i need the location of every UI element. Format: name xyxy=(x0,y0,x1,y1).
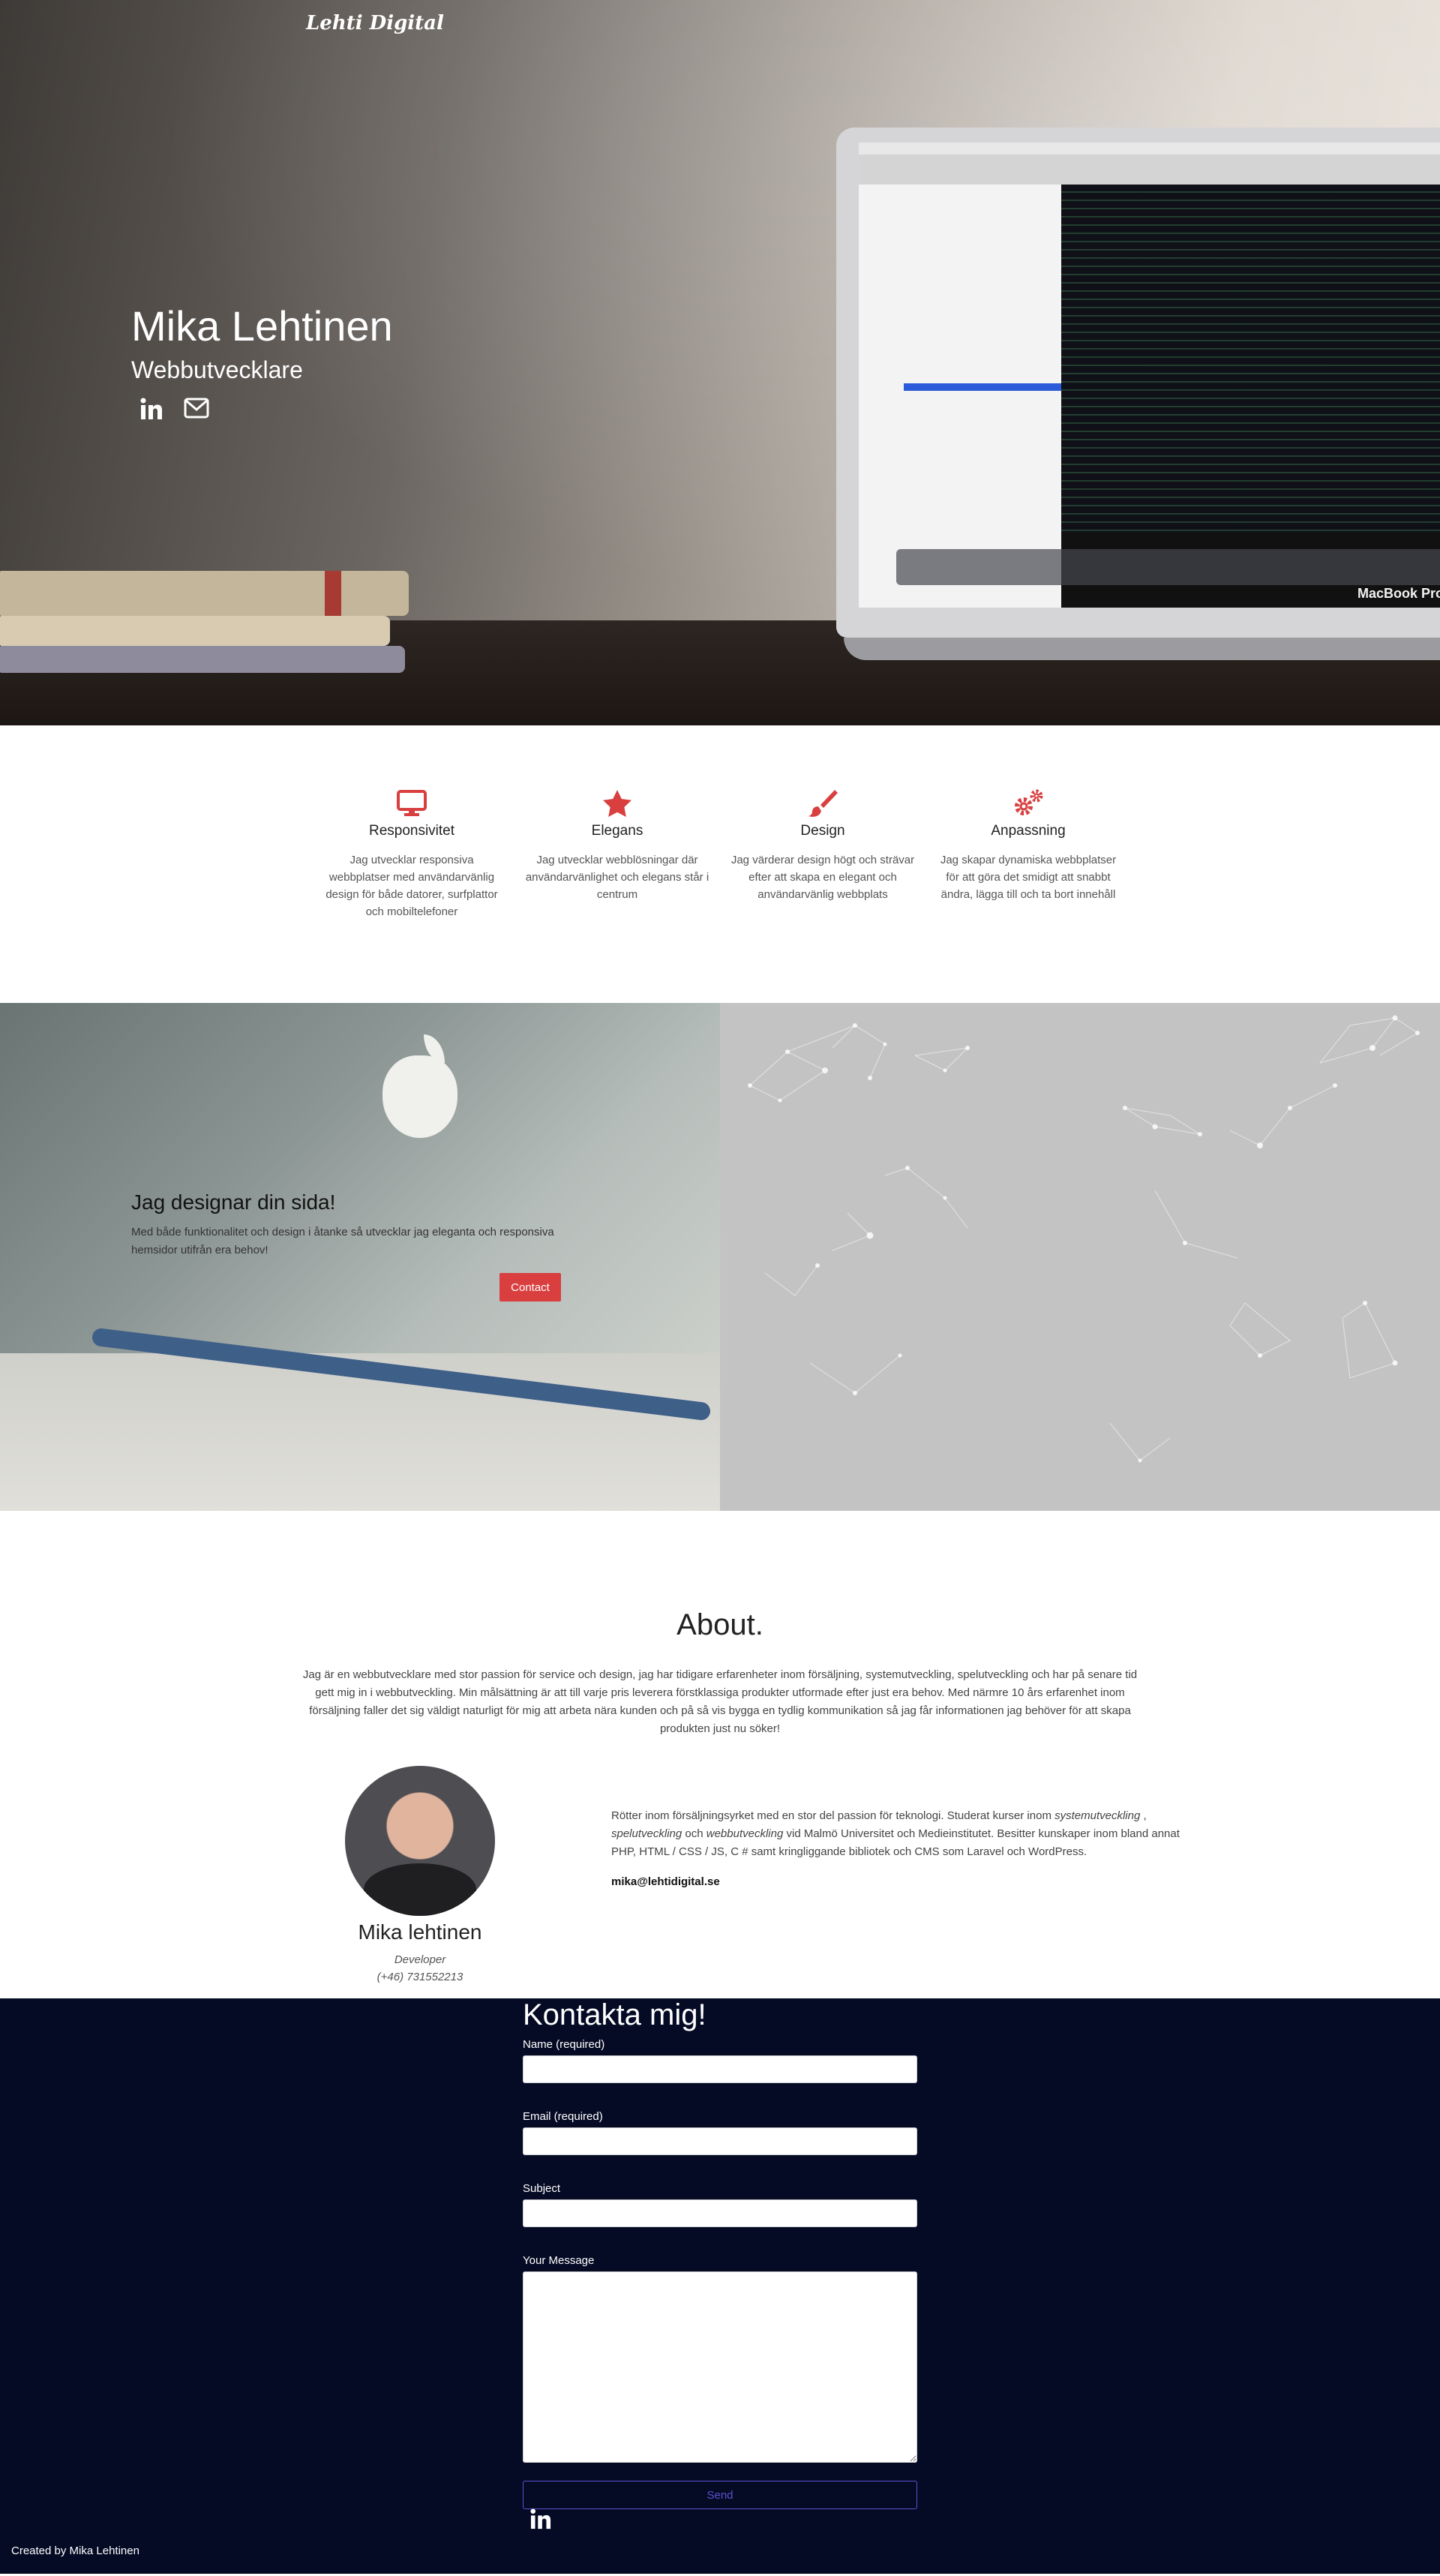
hero-social-links xyxy=(140,398,393,420)
name-label: Name (required) xyxy=(523,2038,605,2051)
hero-name: Mika Lehtinen xyxy=(131,302,393,350)
gears-icon xyxy=(936,787,1120,820)
network-pattern-panel xyxy=(720,1003,1440,1511)
hero-laptop: MacBook Pro xyxy=(836,128,1440,660)
contact-form: Kontakta mig! Name (required) Email (req… xyxy=(523,1998,917,2509)
message-label: Your Message xyxy=(523,2254,595,2267)
linkedin-icon[interactable] xyxy=(530,2508,551,2533)
feature-title: Responsivitet xyxy=(368,823,455,839)
design-heading: Jag designar din sida! xyxy=(131,1190,336,1214)
feature-text: Jag skapar dynamiska webbplatser för att… xyxy=(940,854,1117,901)
design-section: Jag designar din sida! Med både funktion… xyxy=(0,1003,1440,1511)
feature-text: Jag utvecklar webblösningar där användar… xyxy=(525,854,710,901)
hero-role: Webbutvecklare xyxy=(131,356,303,383)
email-field[interactable] xyxy=(523,2127,917,2155)
feature-responsivitet: Responsivitet Jag utvecklar responsiva w… xyxy=(320,787,504,1003)
site-logo[interactable]: Lehti Digital xyxy=(306,12,444,36)
about-intro: Jag är en webbutvecklare med stor passio… xyxy=(302,1668,1138,1735)
subject-field[interactable] xyxy=(523,2199,917,2227)
feature-title: Anpassning xyxy=(991,823,1066,839)
profile-card: Mika lehtinen Developer (+46) 731552213 xyxy=(308,1766,532,1983)
name-field[interactable] xyxy=(523,2055,917,2083)
feature-text: Jag värderar design högt och strävar eft… xyxy=(730,854,915,901)
design-text: Jag designar din sida! Med både funktion… xyxy=(131,1190,581,1259)
laptop-screen: MacBook Pro xyxy=(859,143,1440,608)
footer-credit: Created by Mika Lehtinen xyxy=(11,2544,140,2557)
avatar xyxy=(345,1766,495,1916)
brush-icon xyxy=(730,787,915,820)
message-field[interactable] xyxy=(523,2271,917,2463)
bio-text: Rötter inom försäljningsyrket med en sto… xyxy=(611,1809,1180,1858)
network-pattern xyxy=(748,1015,1420,1463)
profile-phone: (+46) 731552213 xyxy=(376,1971,464,1983)
send-button[interactable]: Send xyxy=(523,2481,917,2509)
laptop-photo-panel: Jag designar din sida! Med både funktion… xyxy=(0,1003,720,1511)
dock xyxy=(896,549,1440,585)
laptop-label: MacBook Pro xyxy=(1357,586,1440,601)
feature-design: Design Jag värderar design högt och strä… xyxy=(730,787,915,1003)
feature-text: Jag utvecklar responsiva webbplatser med… xyxy=(326,854,498,918)
email-label: Email (required) xyxy=(523,2110,603,2123)
feature-title: Design xyxy=(800,823,845,839)
contact-section: Kontakta mig! Name (required) Email (req… xyxy=(0,1998,1440,2574)
contact-button[interactable]: Contact xyxy=(500,1273,561,1302)
linkedin-icon[interactable] xyxy=(140,398,163,420)
profile-email[interactable]: mika@lehtidigital.se xyxy=(611,1873,1196,1891)
profile-role: Developer xyxy=(394,1953,446,1966)
profile-name: Mika lehtinen xyxy=(358,1920,482,1944)
about-section: About. Jag är en webbutvecklare med stor… xyxy=(0,1511,1440,1998)
hero-section: MacBook Pro Lehti Digital Mika Lehtinen … xyxy=(0,0,1440,725)
code-editor xyxy=(1061,185,1440,533)
apple-logo xyxy=(382,1034,458,1138)
subject-label: Subject xyxy=(523,2182,561,2195)
mail-icon[interactable] xyxy=(184,398,209,420)
feature-anpassning: Anpassning Jag skapar dynamiska webbplat… xyxy=(936,787,1120,1003)
desktop-icon xyxy=(320,787,504,820)
feature-title: Elegans xyxy=(591,823,644,839)
design-description: Med både funktionalitet och design i åta… xyxy=(131,1226,554,1256)
hero-text: Mika Lehtinen Webbutvecklare xyxy=(131,302,393,420)
about-title: About. xyxy=(676,1608,764,1641)
hero-books xyxy=(0,560,420,673)
feature-elegans: Elegans Jag utvecklar webblösningar där … xyxy=(525,787,710,1003)
features-section: Responsivitet Jag utvecklar responsiva w… xyxy=(0,725,1440,1003)
star-icon xyxy=(525,787,710,820)
profile-bio: Rötter inom försäljningsyrket med en sto… xyxy=(611,1807,1196,1891)
contact-title: Kontakta mig! xyxy=(523,1998,706,2031)
